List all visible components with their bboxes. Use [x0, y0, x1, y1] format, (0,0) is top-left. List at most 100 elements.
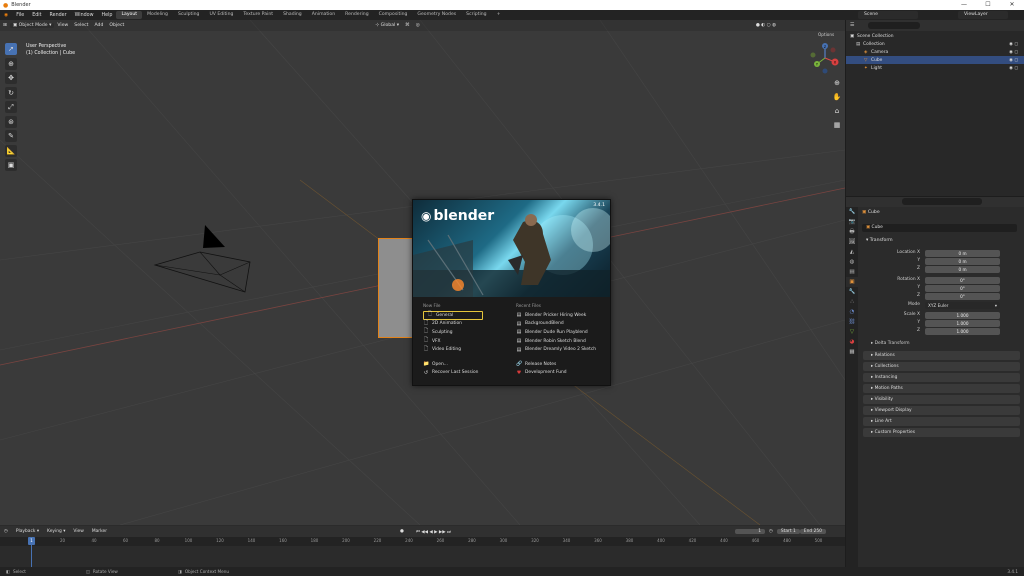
move-icon[interactable]: ✥	[5, 72, 17, 84]
outliner-search-input[interactable]	[868, 22, 920, 29]
outliner-editor-icon[interactable]: ☰	[850, 22, 854, 28]
object-name-field[interactable]: ▣ Cube	[862, 224, 1017, 232]
recent-file-item[interactable]: ▤ Blender Robin Sketch Blend	[516, 337, 608, 346]
render-tab-icon[interactable]: 📷	[846, 217, 858, 227]
menu-edit[interactable]: Edit	[28, 13, 45, 18]
blender-menu-icon[interactable]: ◉	[0, 13, 12, 18]
panel-collections[interactable]: ▸ Collections	[863, 362, 1020, 371]
annotate-icon[interactable]: ✎	[5, 130, 17, 142]
scale-z-field[interactable]: 1.000	[925, 328, 1000, 335]
recover-last-session-button[interactable]: ↺ Recover Last Session	[423, 369, 508, 378]
world-tab-icon[interactable]: ◍	[846, 257, 858, 267]
grid-view-icon[interactable]: ▦	[832, 120, 842, 130]
new-video-editing-button[interactable]: 🗋 Video Editing	[423, 345, 508, 354]
texture-tab-icon[interactable]: ▦	[846, 347, 858, 357]
rotate-icon[interactable]: ↻	[5, 86, 17, 99]
collection-tab-icon[interactable]: ▤	[846, 267, 858, 277]
preview-range-icon[interactable]: ◷	[765, 529, 777, 534]
navigation-gizmo[interactable]: Z X Y	[808, 40, 843, 75]
menu-playback[interactable]: Playback ▾	[12, 529, 43, 534]
new-sculpting-button[interactable]: 🗋 Sculpting	[423, 328, 508, 337]
panel-relations[interactable]: ▸ Relations	[863, 351, 1020, 360]
view-layer-tab-icon[interactable]: 🖼	[846, 237, 858, 247]
tool-tab-icon[interactable]: 🔧	[846, 207, 858, 217]
delta-transform-header[interactable]: ▸ Delta Transform	[871, 341, 910, 346]
panel-custom-properties[interactable]: ▸ Custom Properties	[863, 428, 1020, 437]
editor-type-icon[interactable]: ⊞	[0, 23, 10, 28]
outliner-row-camera[interactable]: ◈ Camera ◉ ◻	[846, 48, 1024, 56]
outliner-row-collection[interactable]: ▤ Collection ◉ ◻	[846, 40, 1024, 48]
tab-layout[interactable]: Layout	[116, 11, 143, 19]
scale-icon[interactable]: ⤢	[5, 101, 17, 113]
output-tab-icon[interactable]: 🖶	[846, 227, 858, 237]
start-frame-field[interactable]: Start 1	[776, 529, 800, 534]
menu-view[interactable]: View	[69, 529, 87, 534]
visibility-eye-icon[interactable]: ◉ ◻	[1009, 42, 1018, 47]
playhead[interactable]: 1	[28, 537, 35, 545]
data-tab-icon[interactable]: ▽	[846, 327, 858, 337]
snap-icon[interactable]: ⌘	[402, 23, 413, 28]
menu-help[interactable]: Help	[98, 13, 117, 18]
object-tab-icon[interactable]: ▣	[846, 277, 858, 287]
close-button[interactable]: ✕	[1000, 0, 1024, 10]
material-tab-icon[interactable]: ◕	[846, 337, 858, 347]
recent-file-item[interactable]: ▤ Blender Pricker Hiring Week	[516, 311, 608, 320]
tab-shading[interactable]: Shading	[278, 11, 307, 19]
menu-add[interactable]: Add	[91, 23, 106, 28]
particles-tab-icon[interactable]: ∴	[846, 297, 858, 307]
recent-file-item[interactable]: ▤ Blender Dreamly Video 2 Sketch	[516, 345, 608, 354]
proportional-edit-icon[interactable]: ◎	[413, 23, 423, 28]
location-y-field[interactable]: 0 m	[925, 258, 1000, 265]
tab-geometry-nodes[interactable]: Geometry Nodes	[412, 11, 461, 19]
mode-select[interactable]: ▣ Object Mode ▾	[9, 23, 55, 28]
visibility-eye-icon[interactable]: ◉ ◻	[1009, 50, 1018, 55]
add-workspace-button[interactable]: +	[492, 11, 506, 19]
camera-view-icon[interactable]: ⌂	[832, 106, 842, 116]
modifier-tab-icon[interactable]: 🔧	[846, 287, 858, 297]
tab-rendering[interactable]: Rendering	[340, 11, 373, 19]
end-frame-field[interactable]: End 250	[799, 529, 826, 534]
constraints-tab-icon[interactable]: ⛓	[846, 317, 858, 327]
physics-tab-icon[interactable]: ◔	[846, 307, 858, 317]
menu-window[interactable]: Window	[71, 13, 98, 18]
zoom-icon[interactable]: ⊕	[832, 78, 842, 88]
options-dropdown[interactable]: Options	[818, 32, 834, 37]
timeline-ruler[interactable]: 0204060801001201401601802002202402602803…	[0, 537, 845, 546]
new-general-button[interactable]: 🗋 General	[423, 311, 483, 320]
menu-view[interactable]: View	[54, 23, 71, 28]
maximize-button[interactable]: ☐	[976, 0, 1000, 10]
location-z-field[interactable]: 0 m	[925, 266, 1000, 273]
menu-select[interactable]: Select	[71, 23, 91, 28]
scale-x-field[interactable]: 1.000	[925, 312, 1000, 319]
scene-selector[interactable]: Scene	[858, 11, 918, 19]
cursor-icon[interactable]: ⊕	[5, 57, 17, 70]
timeline-editor-icon[interactable]: ◷	[0, 529, 12, 534]
panel-motion-paths[interactable]: ▸ Motion Paths	[863, 384, 1020, 393]
tab-animation[interactable]: Animation	[307, 11, 340, 19]
tab-sculpting[interactable]: Sculpting	[173, 11, 204, 19]
recent-file-item[interactable]: ▤ Blender Dude Run Playblend	[516, 328, 608, 337]
new-2d-animation-button[interactable]: 🗋 2D Animation	[423, 320, 508, 329]
tab-modeling[interactable]: Modeling	[142, 11, 173, 19]
record-button[interactable]: ●	[396, 529, 408, 534]
location-x-field[interactable]: 0 m	[925, 250, 1000, 257]
panel-viewport-display[interactable]: ▸ Viewport Display	[863, 406, 1020, 415]
outliner-row-scene-collection[interactable]: ▣ Scene Collection	[846, 32, 1024, 40]
rotation-y-field[interactable]: 0°	[925, 285, 1000, 292]
tab-scripting[interactable]: Scripting	[461, 11, 491, 19]
menu-marker[interactable]: Marker	[88, 529, 111, 534]
menu-render[interactable]: Render	[46, 13, 71, 18]
pan-hand-icon[interactable]: ✋	[832, 92, 842, 102]
tab-uv-editing[interactable]: UV Editing	[204, 11, 238, 19]
panel-instancing[interactable]: ▸ Instancing	[863, 373, 1020, 382]
panel-line-art[interactable]: ▸ Line Art	[863, 417, 1020, 426]
camera-object[interactable]	[150, 220, 260, 300]
viewport-shading-icons[interactable]: ● ◐ ○ ◍	[753, 23, 779, 28]
current-frame-field[interactable]: 1	[735, 529, 766, 534]
new-vfx-button[interactable]: 🗋 VFX	[423, 337, 508, 346]
recent-file-item[interactable]: ▤ BackgroundBlend	[516, 320, 608, 329]
open-button[interactable]: 📁 Open...	[423, 360, 508, 369]
outliner-row-light[interactable]: ✦ Light ◉ ◻	[846, 64, 1024, 72]
menu-keying[interactable]: Keying ▾	[43, 529, 69, 534]
rotation-mode-select[interactable]: XYZ Euler ▾	[925, 302, 1000, 309]
